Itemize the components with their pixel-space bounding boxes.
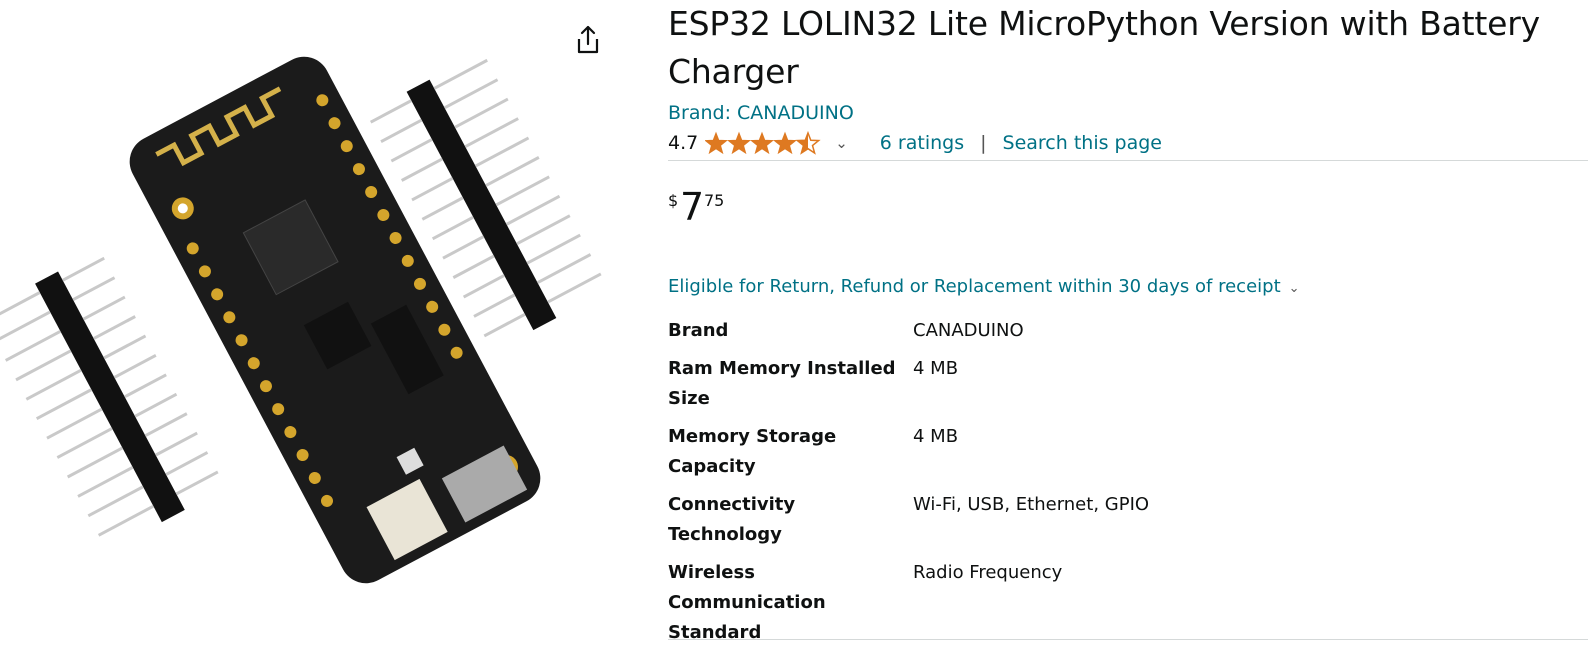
spec-key: Memory Storage Capacity	[668, 426, 837, 477]
price-fraction: 75	[704, 191, 725, 210]
returns-text: Eligible for Return, Refund or Replaceme…	[668, 276, 1281, 297]
spec-key: Wireless Communication Standard	[668, 562, 826, 643]
table-row: Wireless Communication Standard Radio Fr…	[668, 558, 1573, 656]
search-page-link[interactable]: Search this page	[1003, 129, 1162, 157]
chevron-down-icon[interactable]: ⌄	[835, 129, 848, 157]
separator: |	[980, 132, 987, 154]
divider	[668, 639, 1588, 640]
rating-row: 4.7 ⌄ 6 ratings | Search this page	[668, 128, 1588, 158]
spec-value: Wi-Fi, USB, Ethernet, GPIO	[913, 494, 1150, 515]
spec-value: 4 MB	[913, 426, 959, 447]
spec-value: 4 MB	[913, 358, 959, 379]
chevron-down-icon: ⌄	[1288, 281, 1300, 296]
product-image[interactable]	[0, 40, 640, 600]
table-row: Connectivity Technology Wi-Fi, USB, Ethe…	[668, 490, 1573, 558]
price: $ 7 75	[668, 185, 1588, 233]
divider	[668, 160, 1588, 161]
spec-key: Ram Memory Installed Size	[668, 358, 896, 409]
table-row: Ram Memory Installed Size 4 MB	[668, 354, 1573, 422]
table-row: Brand CANADUINO	[668, 316, 1573, 354]
spec-key: Brand	[668, 320, 729, 341]
rating-value: 4.7	[668, 132, 699, 154]
specs-table: Brand CANADUINO Ram Memory Installed Siz…	[668, 316, 1573, 656]
table-row: Memory Storage Capacity 4 MB	[668, 422, 1573, 490]
ratings-link[interactable]: 6 ratings	[880, 129, 964, 157]
spec-value: CANADUINO	[913, 320, 1024, 341]
star-icon	[705, 132, 820, 154]
brand-link[interactable]: Brand: CANADUINO	[668, 99, 1588, 127]
share-icon[interactable]	[574, 24, 602, 56]
product-title: ESP32 LOLIN32 Lite MicroPython Version w…	[668, 4, 1540, 91]
image-pane	[0, 0, 640, 656]
left-pin-header	[0, 256, 219, 537]
returns-policy-link[interactable]: Eligible for Return, Refund or Replaceme…	[668, 273, 1588, 303]
rating-stars[interactable]	[705, 131, 821, 155]
spec-key: Connectivity Technology	[668, 494, 796, 545]
spec-value: Radio Frequency	[913, 562, 1063, 583]
esp32-board	[129, 56, 541, 584]
price-symbol: $	[668, 191, 679, 210]
price-whole: 7	[680, 185, 705, 229]
product-info: ESP32 LOLIN32 Lite MicroPython Version w…	[668, 0, 1588, 656]
